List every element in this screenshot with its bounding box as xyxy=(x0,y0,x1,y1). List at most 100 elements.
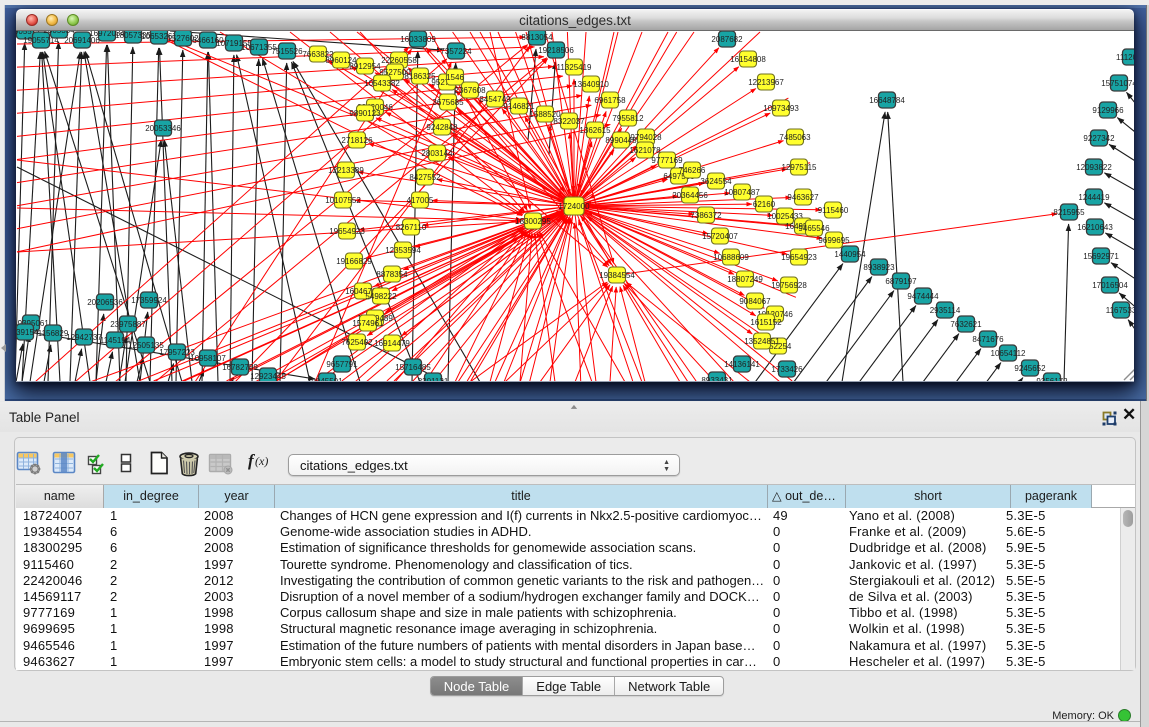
svg-text:1145194: 1145194 xyxy=(100,336,131,345)
svg-text:9474444: 9474444 xyxy=(907,292,939,301)
svg-text:12975115: 12975115 xyxy=(782,163,818,172)
svg-text:16914479: 16914479 xyxy=(374,339,410,348)
svg-text:2935114: 2935114 xyxy=(930,306,961,315)
svg-text:7386372: 7386372 xyxy=(690,211,722,220)
svg-text:9245652: 9245652 xyxy=(1014,364,1046,373)
svg-text:8267110: 8267110 xyxy=(396,223,427,232)
svg-text:1621078: 1621078 xyxy=(629,146,661,155)
svg-text:14136141: 14136141 xyxy=(724,360,760,369)
svg-text:11325419: 11325419 xyxy=(557,63,593,72)
svg-text:7955812: 7955812 xyxy=(612,114,644,123)
svg-text:10958107: 10958107 xyxy=(190,354,226,363)
svg-text:2718126: 2718126 xyxy=(341,136,373,145)
svg-text:1244419: 1244419 xyxy=(1078,193,1110,202)
svg-text:16782759: 16782759 xyxy=(222,363,258,372)
svg-text:9084067: 9084067 xyxy=(739,297,771,306)
svg-text:20364456: 20364456 xyxy=(672,191,708,200)
svg-text:2367608: 2367608 xyxy=(454,86,486,95)
svg-text:10688609: 10688609 xyxy=(713,253,749,262)
svg-text:20053346: 20053346 xyxy=(145,124,181,133)
svg-text:8813054: 8813054 xyxy=(521,33,553,42)
svg-text:23975887: 23975887 xyxy=(110,320,146,329)
svg-text:12213389: 12213389 xyxy=(328,166,364,175)
svg-text:1167533: 1167533 xyxy=(1106,306,1134,315)
svg-text:9794028: 9794028 xyxy=(630,133,662,142)
svg-text:7515526: 7515526 xyxy=(271,47,303,56)
svg-text:12923445: 12923445 xyxy=(250,372,286,381)
svg-text:9463627: 9463627 xyxy=(787,193,819,202)
svg-text:10654112: 10654112 xyxy=(991,349,1027,358)
svg-text:3675685: 3675685 xyxy=(432,98,464,107)
svg-text:15720407: 15720407 xyxy=(702,232,738,241)
svg-text:6961758: 6961758 xyxy=(594,96,626,105)
svg-text:9129966: 9129966 xyxy=(1092,106,1124,115)
svg-text:12093822: 12093822 xyxy=(1076,163,1112,172)
svg-text:10543382: 10543382 xyxy=(364,79,400,88)
svg-text:1362615: 1362615 xyxy=(579,126,611,135)
svg-text:9227342: 9227342 xyxy=(1083,134,1115,143)
svg-text:1156829: 1156829 xyxy=(38,329,69,338)
svg-text:1724000: 1724000 xyxy=(558,202,590,211)
svg-text:16210643: 16210643 xyxy=(1077,223,1113,232)
svg-text:10107552: 10107552 xyxy=(325,196,361,205)
svg-text:1440954: 1440954 xyxy=(834,250,866,259)
svg-text:3624554: 3624554 xyxy=(700,177,732,186)
svg-text:15716485: 15716485 xyxy=(395,363,431,372)
svg-text:8938923: 8938923 xyxy=(863,263,895,272)
svg-text:8301131: 8301131 xyxy=(418,377,449,381)
svg-text:1546: 1546 xyxy=(446,73,464,82)
svg-text:12213967: 12213967 xyxy=(748,78,784,87)
svg-text:10807487: 10807487 xyxy=(724,188,760,197)
svg-text:16033809: 16033809 xyxy=(400,35,436,44)
svg-text:7485063: 7485063 xyxy=(779,133,811,142)
svg-text:16648784: 16648784 xyxy=(869,96,905,105)
svg-text:10973493: 10973493 xyxy=(763,104,799,113)
svg-text:18300295: 18300295 xyxy=(515,217,551,226)
svg-text:9657791: 9657791 xyxy=(326,360,358,369)
svg-text:17016504: 17016504 xyxy=(1092,281,1128,290)
svg-text:15751074: 15751074 xyxy=(1101,79,1134,88)
svg-text:5498222: 5498222 xyxy=(365,292,397,301)
svg-text:18807249: 18807249 xyxy=(727,275,763,284)
svg-text:9045501: 9045501 xyxy=(311,377,343,381)
svg-text:12942737: 12942737 xyxy=(66,333,102,342)
svg-text:2005334: 2005334 xyxy=(43,31,75,35)
svg-text:9777169: 9777169 xyxy=(651,156,683,165)
svg-text:8427552: 8427552 xyxy=(409,173,441,182)
svg-text:9242848: 9242848 xyxy=(426,123,458,132)
svg-text:8322037: 8322037 xyxy=(553,117,585,126)
svg-text:1112053: 1112053 xyxy=(1116,53,1134,62)
svg-text:9356172: 9356172 xyxy=(1036,377,1068,381)
svg-text:8471676: 8471676 xyxy=(972,335,1004,344)
svg-text:9465546: 9465546 xyxy=(798,224,830,233)
svg-text:19166829: 19166829 xyxy=(336,257,372,266)
svg-text:2087682: 2087682 xyxy=(711,35,743,44)
svg-text:8912954: 8912954 xyxy=(349,62,381,71)
svg-text:17359924: 17359924 xyxy=(131,296,167,305)
svg-text:13524851: 13524851 xyxy=(744,337,780,346)
svg-text:8215955: 8215955 xyxy=(1053,208,1085,217)
svg-text:1574961: 1574961 xyxy=(352,319,384,328)
svg-text:7632621: 7632621 xyxy=(950,320,982,329)
svg-text:9890123: 9890123 xyxy=(349,109,381,118)
svg-text:20206536: 20206536 xyxy=(87,298,123,307)
svg-text:939154: 939154 xyxy=(16,328,39,337)
svg-text:19384554: 19384554 xyxy=(599,271,635,280)
svg-text:417005: 417005 xyxy=(407,196,434,205)
svg-text:16154808: 16154808 xyxy=(730,55,766,64)
svg-text:2803144: 2803144 xyxy=(421,149,453,158)
svg-text:6879197: 6879197 xyxy=(885,277,917,286)
svg-text:8878354: 8878354 xyxy=(376,270,408,279)
svg-text:15692971: 15692971 xyxy=(1083,252,1119,261)
svg-text:1733426: 1733426 xyxy=(771,365,803,374)
svg-text:9699695: 9699695 xyxy=(818,236,850,245)
svg-text:19756928: 19756928 xyxy=(771,281,807,290)
svg-text:19218506: 19218506 xyxy=(538,46,574,55)
svg-text:19654923: 19654923 xyxy=(781,253,817,262)
svg-text:62160: 62160 xyxy=(753,200,776,209)
svg-text:7625402: 7625402 xyxy=(341,338,373,347)
svg-text:7357224: 7357224 xyxy=(440,47,472,56)
svg-text:8933431: 8933431 xyxy=(701,376,733,381)
svg-text:1615152: 1615152 xyxy=(750,318,782,327)
svg-text:(x): (x) xyxy=(255,454,268,468)
